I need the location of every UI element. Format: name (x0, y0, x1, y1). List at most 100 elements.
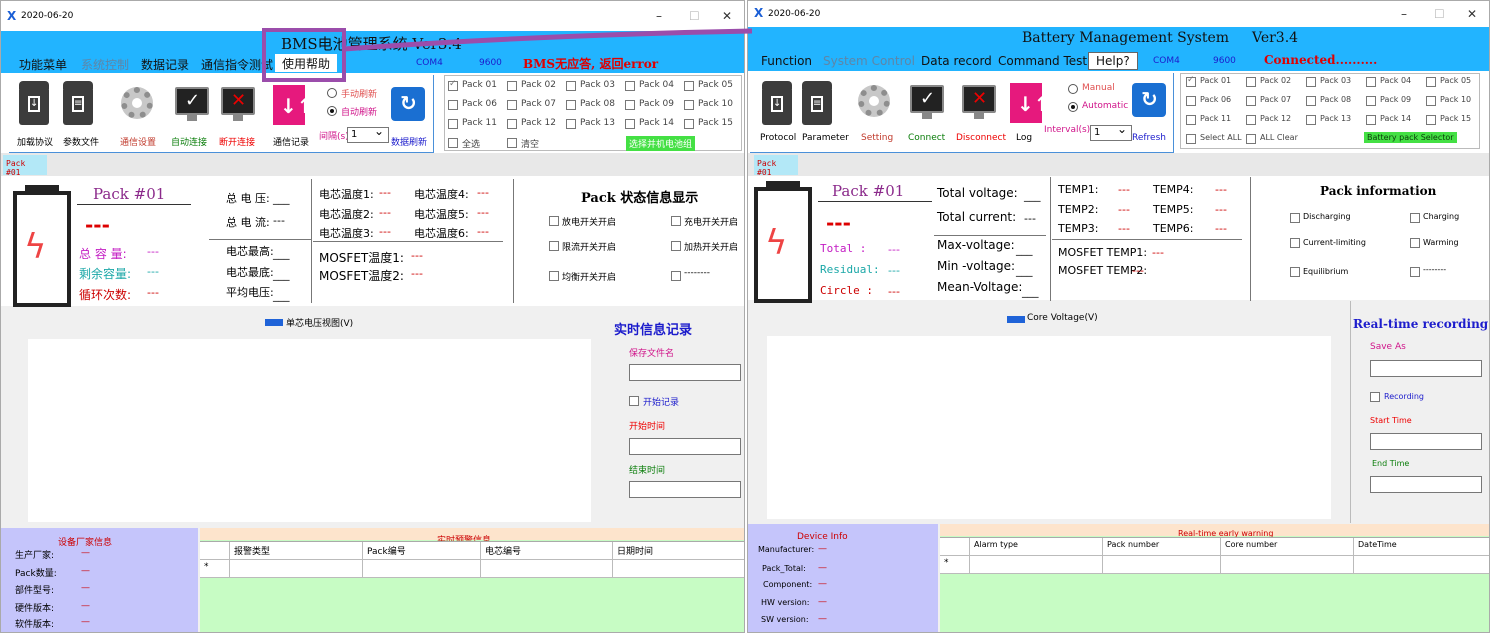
app-icon: X (754, 6, 764, 20)
pack-checkbox[interactable] (625, 100, 635, 110)
pack-checkbox[interactable] (1186, 75, 1196, 87)
minimize-button[interactable]: – (656, 9, 662, 23)
close-button[interactable]: ✕ (1467, 7, 1477, 21)
tab-pack-01[interactable]: Pack #01 (754, 155, 798, 177)
total-capacity-label: Total : (820, 242, 867, 255)
pack-checkbox[interactable] (1366, 115, 1376, 125)
menu-help[interactable]: Help? (1088, 52, 1138, 70)
pack-checkbox-label: Pack 08 (1320, 95, 1352, 104)
pack-checkbox[interactable] (566, 100, 576, 110)
pack-checkbox[interactable] (1426, 77, 1436, 87)
start-time-input[interactable] (629, 438, 741, 455)
cycle-count-label: 循环次数: (79, 288, 132, 302)
max-voltage-label: 电芯最高: (226, 245, 274, 258)
clear-all-checkbox[interactable] (1246, 134, 1256, 144)
pack-checkbox[interactable] (1366, 96, 1376, 106)
pack-checkbox[interactable] (566, 81, 576, 91)
pack-checkbox[interactable] (507, 119, 517, 129)
tab-pack-01[interactable]: Pack #01 (3, 155, 47, 177)
pack-checkbox[interactable] (1366, 77, 1376, 87)
table-row[interactable]: * (940, 556, 1489, 574)
pack-checkbox[interactable] (684, 81, 694, 91)
select-all-checkbox[interactable] (1186, 134, 1196, 144)
menu-system-control[interactable]: System Control (823, 54, 915, 68)
pack-checkbox[interactable] (1306, 77, 1316, 87)
select-all-checkbox[interactable] (448, 138, 458, 148)
pack-checkbox-label: Pack 06 (1200, 95, 1232, 104)
recording-checkbox[interactable] (1370, 392, 1380, 402)
pack-checkbox[interactable] (448, 100, 458, 110)
pack-checkbox[interactable] (448, 119, 458, 129)
current-limiting-checkbox[interactable] (1290, 238, 1300, 248)
battery-icon: ϟ (754, 181, 812, 303)
menu-function[interactable]: 功能菜单 (19, 56, 67, 73)
clear-all-checkbox[interactable] (507, 138, 517, 148)
cycle-count-value: --- (888, 285, 900, 298)
pack-checkbox[interactable] (1186, 96, 1196, 106)
warming-checkbox[interactable] (1410, 238, 1420, 248)
component-label: 部件型号: (15, 586, 55, 596)
menu-function[interactable]: Function (761, 54, 812, 68)
temp3-label: TEMP3: (1058, 222, 1099, 235)
pack-checkbox[interactable] (1246, 96, 1256, 106)
maximize-button[interactable]: ☐ (1434, 7, 1445, 21)
menu-command-test[interactable]: Command Test (998, 54, 1087, 68)
minimize-button[interactable]: – (1401, 7, 1407, 21)
table-cell (230, 560, 363, 578)
pack-checkbox[interactable] (1306, 96, 1316, 106)
pack-checkbox[interactable] (684, 119, 694, 129)
voltage-chart-area (767, 336, 1331, 519)
total-voltage-value: ___ (1024, 189, 1041, 202)
residual-capacity-value: --- (888, 264, 900, 277)
pack-checkbox[interactable] (507, 100, 517, 110)
warming-checkbox[interactable] (671, 241, 681, 251)
pack-checkbox[interactable] (566, 119, 576, 129)
blank-checkbox[interactable] (1410, 267, 1420, 277)
discharging-checkbox[interactable] (549, 216, 559, 226)
equilibrium-label: Equilibrium (1303, 267, 1349, 276)
recording-label: 开始记录 (643, 398, 680, 408)
blank-checkbox[interactable] (671, 271, 681, 281)
pack-checkbox[interactable] (448, 79, 458, 91)
legend-swatch (265, 319, 283, 326)
pack-checkbox[interactable] (684, 100, 694, 110)
recording-checkbox[interactable] (629, 396, 639, 406)
save-as-input[interactable] (629, 364, 741, 381)
pack-selector-label[interactable]: 选择并机电池组 (626, 136, 696, 151)
tab-strip: Pack #01 (748, 153, 1489, 177)
charging-checkbox[interactable] (671, 216, 681, 226)
discharging-checkbox[interactable] (1290, 213, 1300, 223)
pack-selector-label[interactable]: Battery pack Selector (1364, 132, 1457, 143)
maximize-button[interactable]: ☐ (689, 9, 700, 23)
end-time-input[interactable] (629, 481, 741, 498)
discharging-label: Discharging (1303, 212, 1351, 221)
menu-system-control[interactable]: 系统控制 (81, 56, 129, 73)
menu-data-record[interactable]: 数据记录 (141, 56, 189, 73)
start-time-input[interactable] (1370, 433, 1482, 450)
pack-checkbox[interactable] (625, 119, 635, 129)
equilibrium-checkbox[interactable] (549, 271, 559, 281)
pack-checkbox[interactable] (1306, 115, 1316, 125)
charging-checkbox[interactable] (1410, 213, 1420, 223)
pack-checkbox[interactable] (1186, 115, 1196, 125)
pack-checkbox[interactable] (1246, 115, 1256, 125)
title-banner: Battery Management System Ver3.4 (748, 27, 1489, 51)
menu-data-record[interactable]: Data record (921, 54, 992, 68)
pack-checkbox[interactable] (1246, 77, 1256, 87)
total-voltage-label: 总 电 压: (226, 192, 270, 205)
save-as-input[interactable] (1370, 360, 1482, 377)
row-marker-cell (200, 542, 230, 560)
pack-checkbox[interactable] (1426, 96, 1436, 106)
end-time-input[interactable] (1370, 476, 1482, 493)
pack-checkbox[interactable] (625, 81, 635, 91)
table-row[interactable]: * (200, 560, 744, 578)
pack-checkbox[interactable] (1426, 115, 1436, 125)
current-limiting-checkbox[interactable] (549, 241, 559, 251)
temp3-value: --- (379, 225, 391, 238)
equilibrium-checkbox[interactable] (1290, 267, 1300, 277)
close-button[interactable]: ✕ (722, 9, 732, 23)
pack-checkbox[interactable] (507, 81, 517, 91)
sw-version-value: — (81, 617, 90, 627)
hw-version-value: — (81, 601, 90, 611)
cycle-count-value: --- (147, 286, 159, 299)
